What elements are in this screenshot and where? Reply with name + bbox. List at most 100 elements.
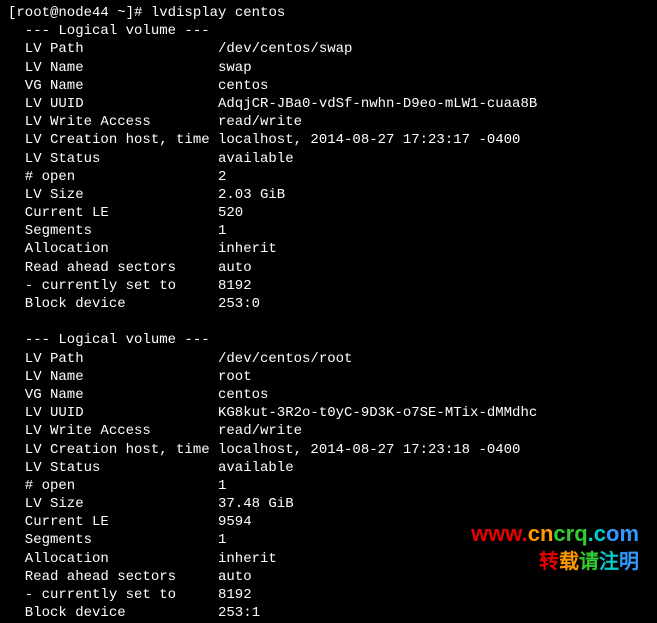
field-value: /dev/centos/swap <box>218 40 352 58</box>
field-value: 8192 <box>218 586 252 604</box>
wm-part: www. <box>471 521 528 546</box>
field-value: 1 <box>218 531 226 549</box>
wm-part: om <box>606 521 639 546</box>
field-label: Segments <box>8 531 218 549</box>
field-label: LV Name <box>8 59 218 77</box>
field-value: 1 <box>218 477 226 495</box>
wm-part: crq <box>553 521 587 546</box>
watermark: www.cncrq.com 转载请注明 <box>471 520 639 575</box>
field-row: Read ahead sectorsauto <box>8 259 649 277</box>
field-row: LV Write Accessread/write <box>8 422 649 440</box>
field-value: swap <box>218 59 252 77</box>
field-value: localhost, 2014-08-27 17:23:17 -0400 <box>218 131 520 149</box>
field-label: LV Name <box>8 368 218 386</box>
field-row: LV Path/dev/centos/root <box>8 350 649 368</box>
field-label: LV Path <box>8 40 218 58</box>
field-label: Allocation <box>8 240 218 258</box>
field-value: auto <box>218 568 252 586</box>
lv-block-0: --- Logical volume --- LV Path/dev/cento… <box>8 22 649 313</box>
field-row: Block device253:0 <box>8 295 649 313</box>
field-value: /dev/centos/root <box>218 350 352 368</box>
field-row: # open1 <box>8 477 649 495</box>
field-row: LV Statusavailable <box>8 150 649 168</box>
field-row: Block device253:1 <box>8 604 649 622</box>
field-value: KG8kut-3R2o-t0yC-9D3K-o7SE-MTix-dMMdhc <box>218 404 537 422</box>
field-label: LV Status <box>8 150 218 168</box>
field-label: Read ahead sectors <box>8 568 218 586</box>
field-label: LV Path <box>8 350 218 368</box>
field-value: root <box>218 368 252 386</box>
field-label: Current LE <box>8 513 218 531</box>
field-label: LV Size <box>8 186 218 204</box>
field-label: VG Name <box>8 77 218 95</box>
shell-prompt: [root@node44 ~]# lvdisplay centos <box>8 4 649 22</box>
watermark-url: www.cncrq.com <box>471 520 639 549</box>
field-value: AdqjCR-JBa0-vdSf-nwhn-D9eo-mLW1-cuaa8B <box>218 95 537 113</box>
field-row: LV Creation host, timelocalhost, 2014-08… <box>8 441 649 459</box>
field-label: Current LE <box>8 204 218 222</box>
field-row: Segments1 <box>8 222 649 240</box>
field-value: centos <box>218 386 268 404</box>
field-label: LV Write Access <box>8 422 218 440</box>
field-label: Allocation <box>8 550 218 568</box>
field-row: LV UUIDKG8kut-3R2o-t0yC-9D3K-o7SE-MTix-d… <box>8 404 649 422</box>
wm-part: 明 <box>619 551 639 573</box>
lv-header: --- Logical volume --- <box>8 22 649 40</box>
wm-part: 请 <box>579 551 599 573</box>
field-label: LV UUID <box>8 95 218 113</box>
field-value: available <box>218 459 294 477</box>
field-label: LV UUID <box>8 404 218 422</box>
field-value: centos <box>218 77 268 95</box>
field-label: - currently set to <box>8 277 218 295</box>
field-row: LV Creation host, timelocalhost, 2014-08… <box>8 131 649 149</box>
lv-header: --- Logical volume --- <box>8 331 649 349</box>
field-row: LV Statusavailable <box>8 459 649 477</box>
field-value: auto <box>218 259 252 277</box>
field-row: LV Nameswap <box>8 59 649 77</box>
field-row: Current LE520 <box>8 204 649 222</box>
field-row: - currently set to8192 <box>8 586 649 604</box>
field-row: VG Namecentos <box>8 77 649 95</box>
field-value: localhost, 2014-08-27 17:23:18 -0400 <box>218 441 520 459</box>
field-value: 520 <box>218 204 243 222</box>
field-label: LV Creation host, time <box>8 131 218 149</box>
field-label: VG Name <box>8 386 218 404</box>
lv-block-1: --- Logical volume --- LV Path/dev/cento… <box>8 331 649 622</box>
field-row: LV Path/dev/centos/swap <box>8 40 649 58</box>
wm-part: 载 <box>559 551 579 573</box>
field-label: Segments <box>8 222 218 240</box>
field-value: 253:0 <box>218 295 260 313</box>
field-row: LV Size2.03 GiB <box>8 186 649 204</box>
field-label: # open <box>8 477 218 495</box>
field-value: 9594 <box>218 513 252 531</box>
field-label: LV Write Access <box>8 113 218 131</box>
field-value: read/write <box>218 113 302 131</box>
blank-line <box>8 313 649 331</box>
field-value: 2 <box>218 168 226 186</box>
field-value: inherit <box>218 550 277 568</box>
field-row: LV UUIDAdqjCR-JBa0-vdSf-nwhn-D9eo-mLW1-c… <box>8 95 649 113</box>
wm-part: cn <box>528 521 554 546</box>
field-row: LV Nameroot <box>8 368 649 386</box>
watermark-text: 转载请注明 <box>471 549 639 575</box>
field-label: Block device <box>8 604 218 622</box>
field-value: 8192 <box>218 277 252 295</box>
field-label: LV Creation host, time <box>8 441 218 459</box>
field-value: read/write <box>218 422 302 440</box>
field-value: available <box>218 150 294 168</box>
field-label: - currently set to <box>8 586 218 604</box>
field-value: 253:1 <box>218 604 260 622</box>
wm-part: .c <box>588 521 606 546</box>
field-value: 2.03 GiB <box>218 186 285 204</box>
wm-part: 转 <box>539 551 559 573</box>
field-row: # open2 <box>8 168 649 186</box>
wm-part: 注 <box>599 551 619 573</box>
field-row: VG Namecentos <box>8 386 649 404</box>
field-row: LV Write Accessread/write <box>8 113 649 131</box>
field-row: LV Size37.48 GiB <box>8 495 649 513</box>
field-label: LV Size <box>8 495 218 513</box>
field-value: 1 <box>218 222 226 240</box>
field-label: LV Status <box>8 459 218 477</box>
field-label: # open <box>8 168 218 186</box>
field-row: - currently set to8192 <box>8 277 649 295</box>
